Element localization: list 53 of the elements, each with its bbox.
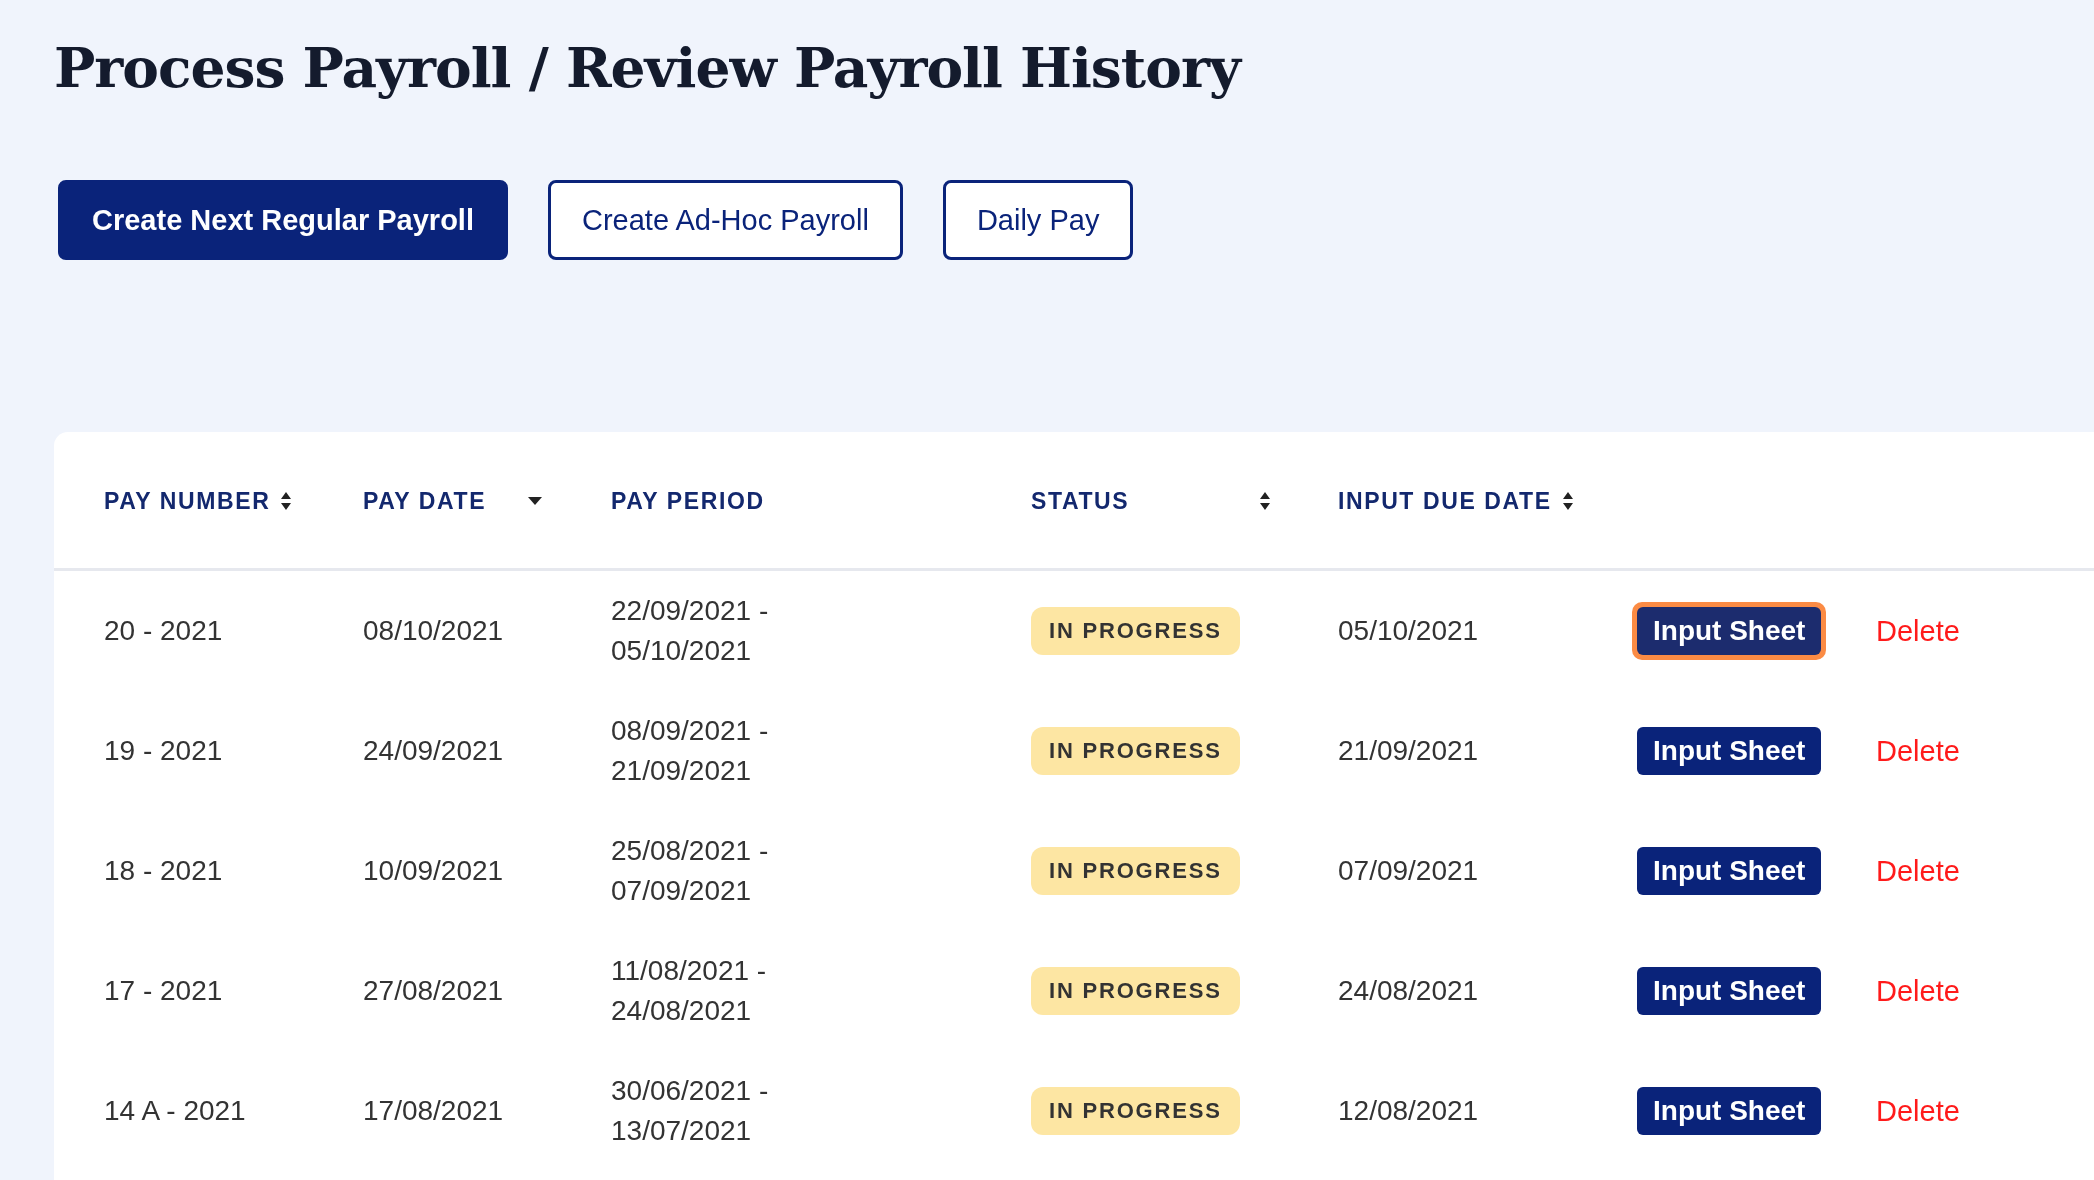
sort-icon[interactable]	[280, 491, 293, 511]
table-cell-text: 13/07/2021	[611, 1114, 753, 1148]
delete-link[interactable]: Delete	[1876, 614, 1960, 648]
table-cell-text: 17 - 2021	[104, 974, 224, 1008]
table-cell-text: 05/10/2021	[1338, 614, 1480, 648]
status-badge: IN PROGRESS	[1031, 847, 1240, 895]
table-cell-text: 05/10/2021	[611, 634, 753, 668]
table-cell-text: 21/09/2021	[1338, 734, 1480, 768]
action-button[interactable]: Daily Pay	[942, 180, 1134, 260]
input-sheet-button[interactable]: Input Sheet	[1637, 1087, 1822, 1135]
column-header[interactable]: PAY PERIOD	[611, 487, 765, 515]
column-header[interactable]: STATUS	[1031, 487, 1130, 515]
sort-icon[interactable]	[1259, 491, 1271, 511]
table-cell-text: 08/10/2021	[363, 614, 505, 648]
table-cell-text: 30/06/2021 -	[611, 1074, 770, 1108]
table-cell-text: 27/08/2021	[363, 974, 505, 1008]
table-cell-text: 22/09/2021 -	[611, 594, 770, 628]
table-cell-text: 10/09/2021	[363, 854, 505, 888]
table-cell-text: 11/08/2021 -	[611, 954, 768, 988]
action-button[interactable]: Create Ad-Hoc Payroll	[548, 180, 903, 260]
input-sheet-button[interactable]: Input Sheet	[1637, 847, 1822, 895]
table-cell-text: 08/09/2021 -	[611, 714, 770, 748]
column-header[interactable]: PAY NUMBER	[104, 487, 271, 515]
delete-link[interactable]: Delete	[1876, 734, 1960, 768]
delete-link[interactable]: Delete	[1876, 974, 1960, 1008]
table-cell-text: 12/08/2021	[1338, 1094, 1480, 1128]
column-header[interactable]: INPUT DUE DATE	[1338, 487, 1552, 515]
table-cell-text: 07/09/2021	[611, 874, 753, 908]
sort-descending-icon[interactable]	[527, 496, 543, 506]
status-badge: IN PROGRESS	[1031, 727, 1240, 775]
delete-link[interactable]: Delete	[1876, 1094, 1960, 1128]
table-cell-text: 20 - 2021	[104, 614, 224, 648]
table-cell-text: 24/09/2021	[363, 734, 505, 768]
input-sheet-button[interactable]: Input Sheet	[1637, 727, 1822, 775]
table-cell-text: 17/08/2021	[363, 1094, 505, 1128]
table-cell-text: 25/08/2021 -	[611, 834, 770, 868]
status-badge: IN PROGRESS	[1031, 1087, 1240, 1135]
table-cell-text: 21/09/2021	[611, 754, 753, 788]
table-cell-text: 24/08/2021	[1338, 974, 1480, 1008]
input-sheet-button[interactable]: Input Sheet	[1637, 967, 1822, 1015]
table-cell-text: 18 - 2021	[104, 854, 224, 888]
table-cell-text: 24/08/2021	[611, 994, 753, 1028]
table-cell-text: 07/09/2021	[1338, 854, 1480, 888]
column-header[interactable]: PAY DATE	[363, 487, 487, 515]
status-badge: IN PROGRESS	[1031, 967, 1240, 1015]
status-badge: IN PROGRESS	[1031, 607, 1240, 655]
page-title: Process Payroll / Review Payroll History	[54, 34, 1243, 102]
action-button[interactable]: Create Next Regular Payroll	[58, 180, 508, 260]
sort-icon[interactable]	[1561, 491, 1574, 511]
input-sheet-button[interactable]: Input Sheet	[1637, 607, 1822, 655]
delete-link[interactable]: Delete	[1876, 854, 1960, 888]
table-cell-text: 14 A - 2021	[104, 1094, 247, 1128]
table-cell-text: 19 - 2021	[104, 734, 224, 768]
